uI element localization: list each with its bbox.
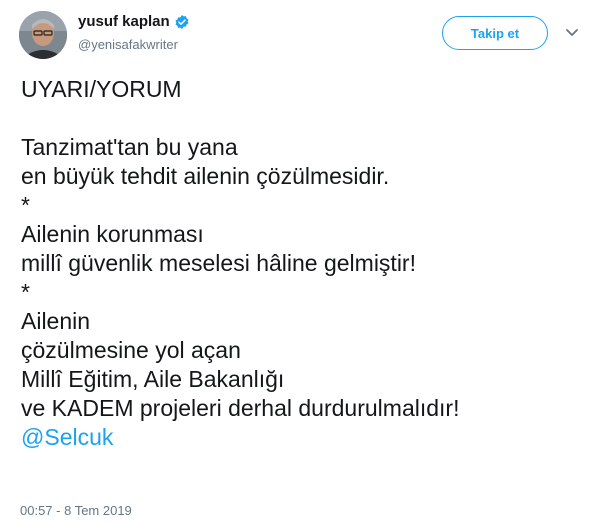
verified-badge-icon [175,14,189,29]
tweet-text-line: Ailenin korunması [21,221,204,247]
avatar-photo-icon [19,11,67,59]
tweet-text-line: ve KADEM projeleri derhal durdurulmalıdı… [21,395,460,421]
tweet-text-line: * [21,192,30,218]
tweet-card: yusuf kaplan @yenisafakwriter Takip et U… [0,0,610,523]
avatar[interactable] [19,11,67,59]
tweet-text-line: Ailenin [21,308,91,334]
chevron-down-icon[interactable] [563,26,581,40]
follow-button[interactable]: Takip et [442,16,548,50]
tweet-text-line: * [21,279,30,305]
author-handle[interactable]: @yenisafakwriter [78,37,178,52]
tweet-text: UYARI/YORUM Tanzimat'tan bu yana en büyü… [21,75,601,452]
tweet-text-line [21,104,601,133]
tweet-timestamp[interactable]: 00:57 - 8 Tem 2019 [20,503,132,518]
author-name-row[interactable]: yusuf kaplan [78,13,190,30]
tweet-text-line: çözülmesine yol açan [21,337,241,363]
author-display-name[interactable]: yusuf kaplan [78,13,170,30]
tweet-text-line: UYARI/YORUM [21,76,182,102]
tweet-text-line: Millî Eğitim, Aile Bakanlığı [21,366,285,392]
tweet-text-line: millî güvenlik meselesi hâline gelmiştir… [21,250,416,276]
mention-link[interactable]: @Selcuk [21,424,113,450]
tweet-text-line: Tanzimat'tan bu yana [21,134,238,160]
tweet-text-line: en büyük tehdit ailenin çözülmesidir. [21,163,390,189]
